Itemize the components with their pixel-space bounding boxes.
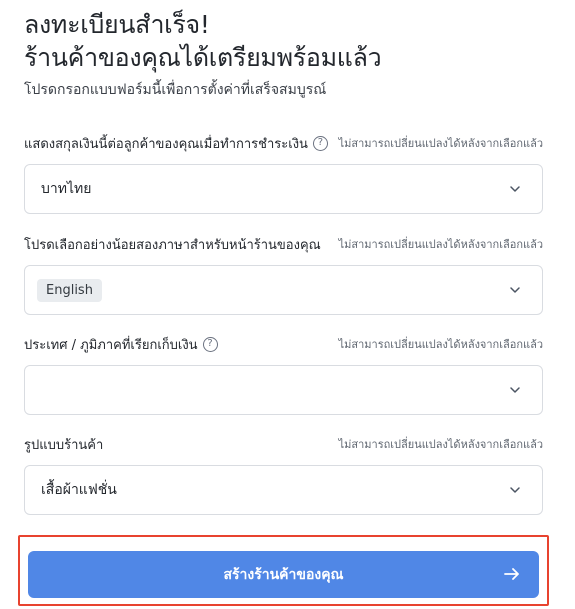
- page-title-line1: ลงทะเบียนสำเร็จ!: [24, 10, 210, 39]
- language-chip-english[interactable]: English: [37, 278, 102, 302]
- page-title-line2: ร้านค้าของคุณได้เตรียมพร้อมแล้ว: [24, 43, 382, 72]
- create-store-button[interactable]: สร้างร้านค้าของคุณ: [28, 551, 539, 598]
- currency-label-row: แสดงสกุลเงินนี้ต่อลูกค้าของคุณเมื่อทำการ…: [24, 134, 543, 152]
- create-store-button-label: สร้างร้านค้าของคุณ: [223, 566, 344, 583]
- chevron-down-icon: [508, 383, 522, 397]
- submit-highlight-frame: สร้างร้านค้าของคุณ: [18, 535, 549, 606]
- region-select[interactable]: [24, 365, 543, 415]
- currency-field: แสดงสกุลเงินนี้ต่อลูกค้าของคุณเมื่อทำการ…: [24, 134, 543, 214]
- question-circle-icon[interactable]: ?: [202, 336, 218, 352]
- store-type-label-row: รูปแบบร้านค้า ไม่สามารถเปลี่ยนแปลงได้หลั…: [24, 435, 543, 453]
- languages-note: ไม่สามารถเปลี่ยนแปลงได้หลังจากเลือกแล้ว: [338, 238, 543, 251]
- currency-value: บาทไทย: [41, 181, 92, 197]
- store-type-field: รูปแบบร้านค้า ไม่สามารถเปลี่ยนแปลงได้หลั…: [24, 435, 543, 515]
- currency-select[interactable]: บาทไทย: [24, 164, 543, 214]
- region-field: ประเทศ / ภูมิภาคที่เรียกเก็บเงิน ? ไม่สา…: [24, 335, 543, 415]
- page-header: ลงทะเบียนสำเร็จ! ร้านค้าของคุณได้เตรียมพ…: [24, 8, 554, 100]
- store-type-note: ไม่สามารถเปลี่ยนแปลงได้หลังจากเลือกแล้ว: [338, 438, 543, 451]
- chevron-down-icon: [508, 182, 522, 196]
- store-type-value: เสื้อผ้าแฟชั่น: [41, 482, 117, 498]
- page-subtitle: โปรดกรอกแบบฟอร์มนี้เพื่อการตั้งค่าที่เสร…: [24, 82, 327, 98]
- currency-note: ไม่สามารถเปลี่ยนแปลงได้หลังจากเลือกแล้ว: [338, 137, 543, 150]
- languages-field: โปรดเลือกอย่างน้อยสองภาษาสำหรับหน้าร้านข…: [24, 235, 543, 315]
- chevron-down-icon: [508, 483, 522, 497]
- currency-label: แสดงสกุลเงินนี้ต่อลูกค้าของคุณเมื่อทำการ…: [24, 136, 308, 152]
- question-circle-icon[interactable]: ?: [312, 135, 328, 151]
- languages-label-row: โปรดเลือกอย่างน้อยสองภาษาสำหรับหน้าร้านข…: [24, 235, 543, 253]
- region-label-row: ประเทศ / ภูมิภาคที่เรียกเก็บเงิน ? ไม่สา…: [24, 335, 543, 353]
- store-type-label: รูปแบบร้านค้า: [24, 437, 104, 453]
- region-note: ไม่สามารถเปลี่ยนแปลงได้หลังจากเลือกแล้ว: [338, 338, 543, 351]
- languages-multiselect[interactable]: English: [24, 265, 543, 315]
- arrow-right-icon: [503, 565, 521, 583]
- chevron-down-icon: [508, 283, 522, 297]
- languages-label: โปรดเลือกอย่างน้อยสองภาษาสำหรับหน้าร้านข…: [24, 237, 321, 253]
- store-type-select[interactable]: เสื้อผ้าแฟชั่น: [24, 465, 543, 515]
- region-label: ประเทศ / ภูมิภาคที่เรียกเก็บเงิน: [24, 337, 198, 353]
